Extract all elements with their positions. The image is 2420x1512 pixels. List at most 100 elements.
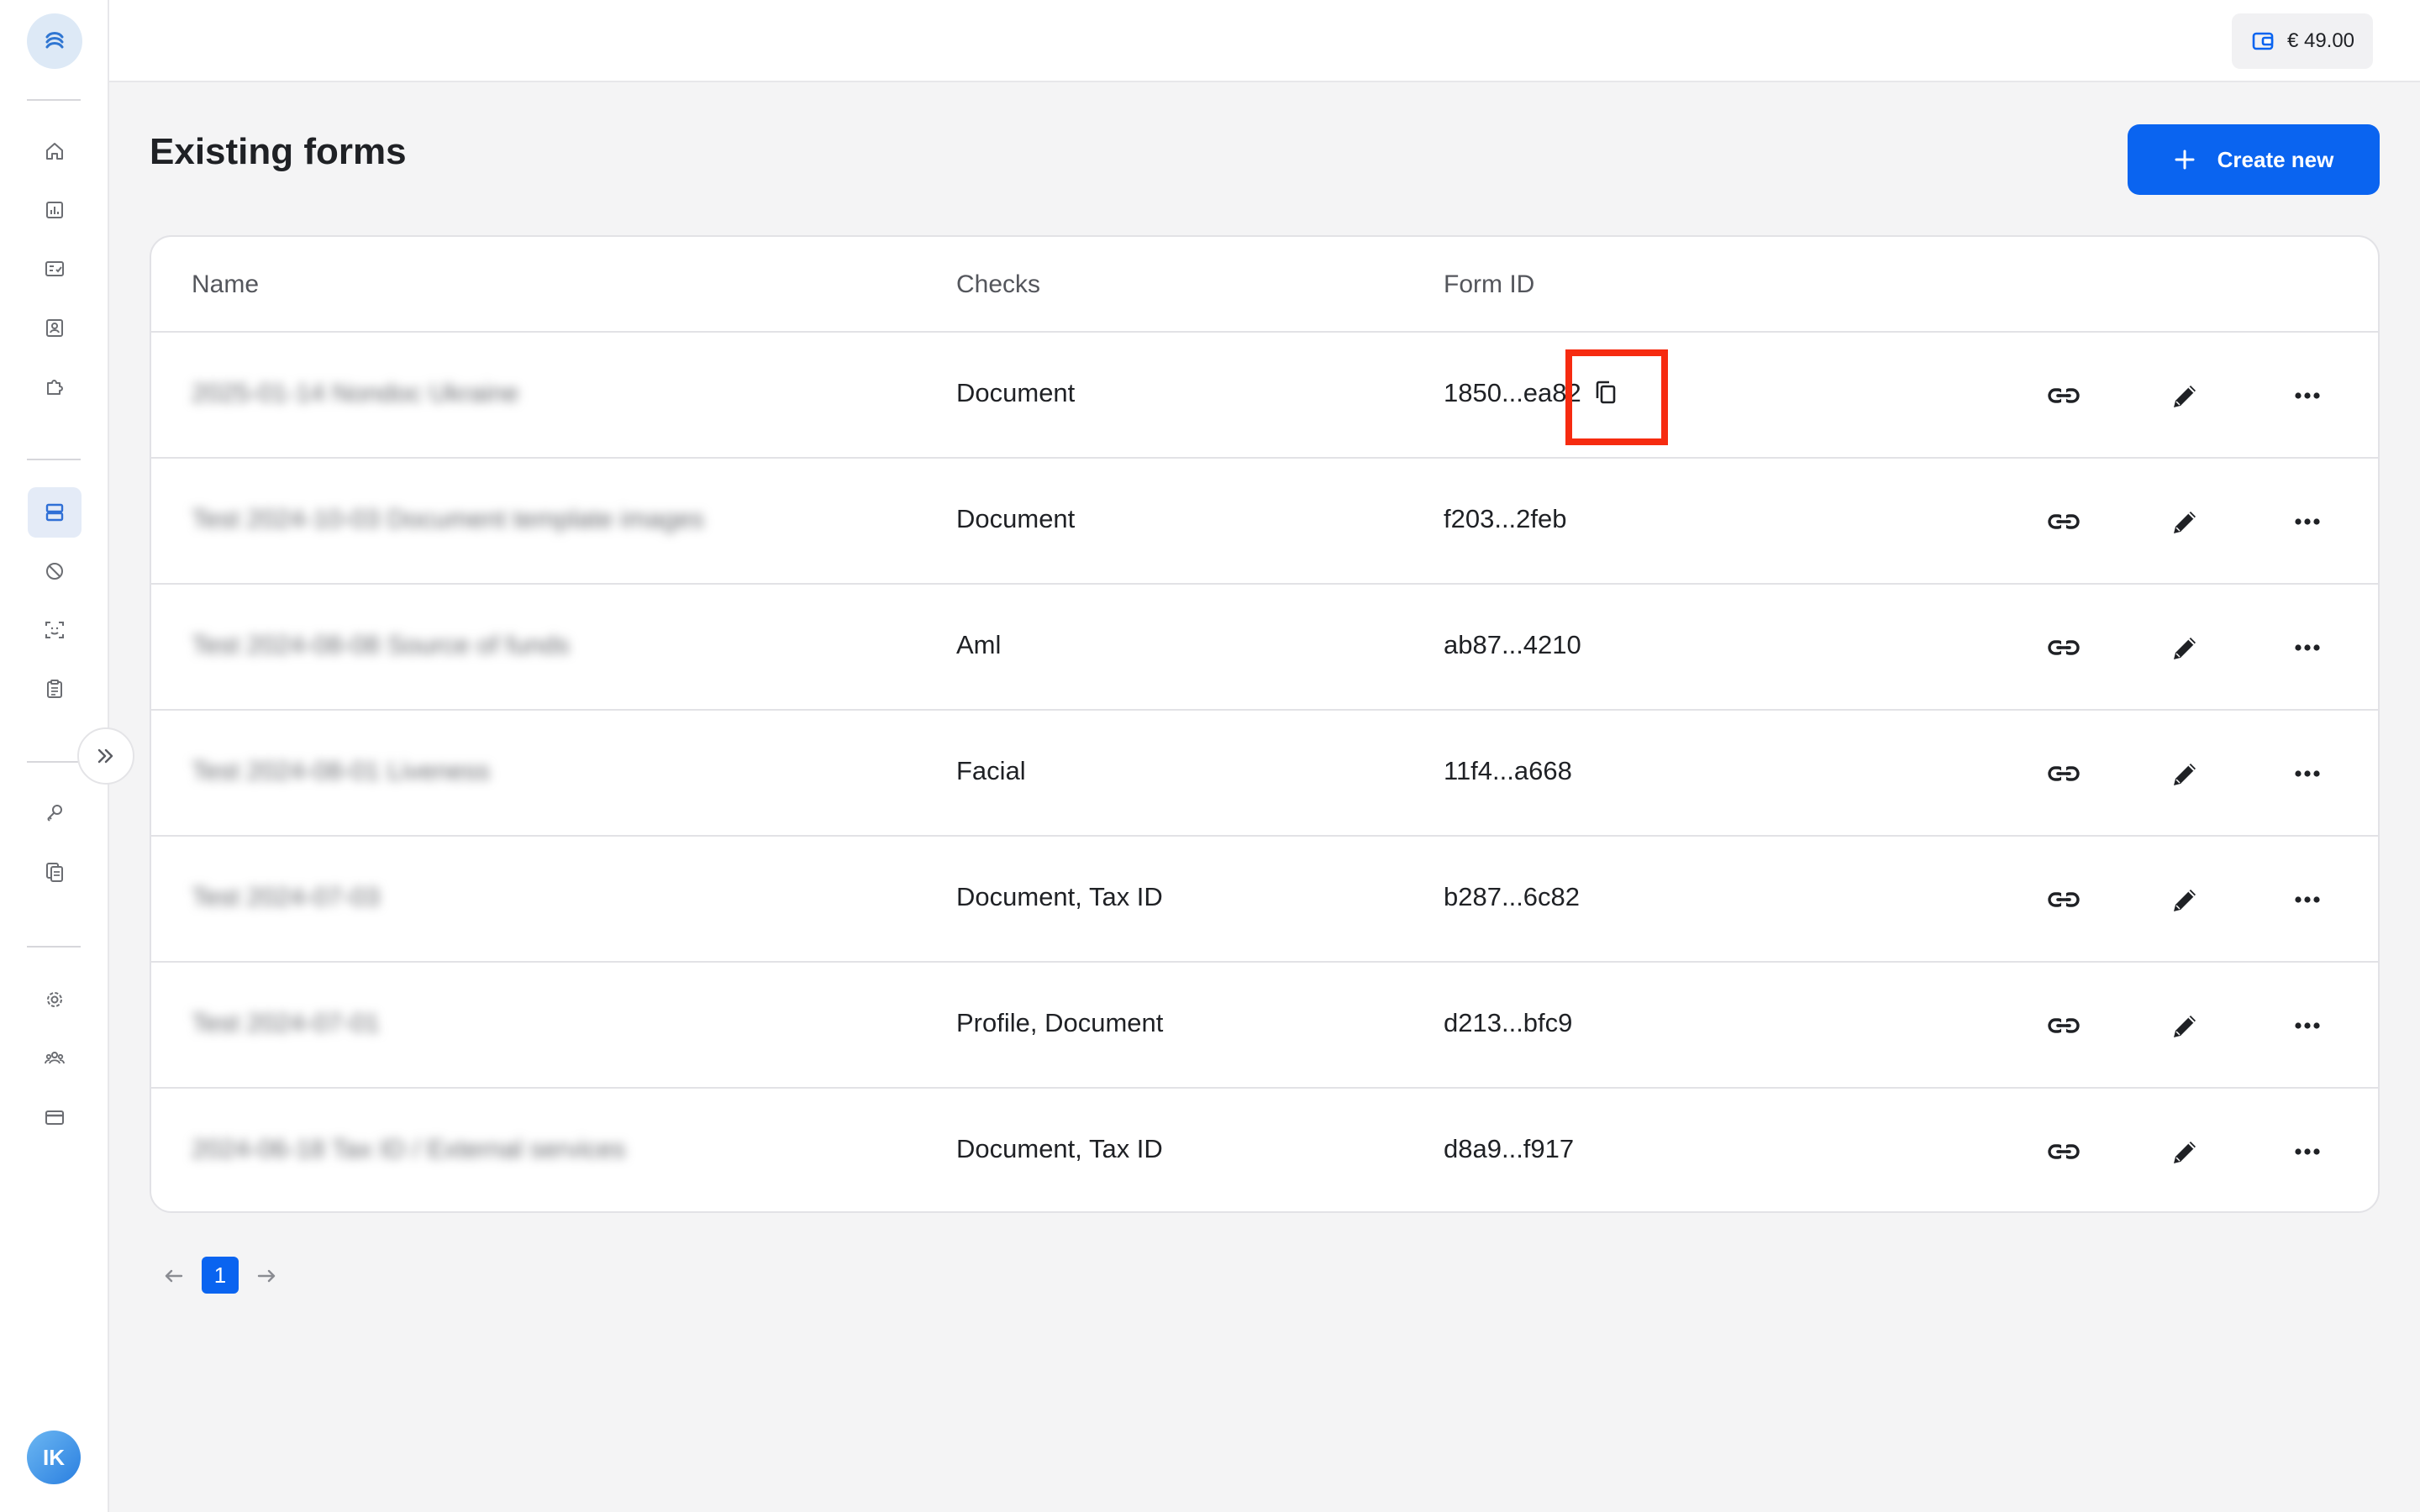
column-header-name: Name <box>192 270 260 298</box>
copy-link-button[interactable] <box>2043 879 2085 921</box>
form-checks: Aml <box>956 630 1002 659</box>
sidebar-item-blocklist[interactable] <box>28 546 82 596</box>
copy-link-button[interactable] <box>2043 627 2085 669</box>
balance-badge[interactable]: € 49.00 <box>2232 13 2373 69</box>
form-name: 2024-06-18 Tax ID / External services <box>192 1134 626 1163</box>
documents-icon <box>46 863 63 882</box>
logo[interactable] <box>27 13 82 69</box>
more-actions-button[interactable] <box>2286 627 2328 669</box>
table-header: Name Checks Form ID <box>151 237 2378 333</box>
edit-icon <box>2174 1016 2196 1037</box>
home-icon <box>46 143 63 160</box>
table-row[interactable]: Test 2024-08-01 Liveness Facial 11f4...a… <box>151 711 2378 837</box>
table-row[interactable]: Test 2024-07-01 Profile, Document d213..… <box>151 963 2378 1089</box>
sidebar-collapse-button[interactable] <box>77 727 134 785</box>
form-id: d8a9...f917 <box>1444 1134 1575 1163</box>
copy-link-button[interactable] <box>2043 375 2085 417</box>
logo-icon <box>45 32 64 49</box>
pagination-page-current[interactable]: 1 <box>202 1257 239 1294</box>
sidebar-item-team[interactable] <box>28 1033 82 1084</box>
user-avatar[interactable]: IK <box>27 1431 81 1484</box>
forms-icon <box>45 503 64 522</box>
more-icon <box>2295 1148 2320 1155</box>
arrow-right-icon <box>257 1269 276 1283</box>
edit-form-button[interactable] <box>2165 627 2207 669</box>
sidebar-divider <box>27 761 81 763</box>
more-icon <box>2295 896 2320 903</box>
contacts-icon <box>46 319 63 337</box>
sidebar-item-billing[interactable] <box>28 1092 82 1142</box>
page-title: Existing forms <box>150 131 407 172</box>
checklist-icon <box>45 261 64 276</box>
sidebar-item-integrations[interactable] <box>28 361 82 412</box>
link-icon <box>2048 891 2080 908</box>
more-icon <box>2295 644 2320 651</box>
copy-link-button[interactable] <box>2043 753 2085 795</box>
form-checks: Facial <box>956 756 1026 785</box>
column-header-form-id: Form ID <box>1444 270 1535 298</box>
more-icon <box>2295 518 2320 525</box>
sidebar-item-checks[interactable] <box>28 244 82 294</box>
pagination-next-button[interactable] <box>252 1262 281 1290</box>
edit-form-button[interactable] <box>2165 501 2207 543</box>
create-new-label: Create new <box>2217 146 2334 172</box>
pagination-prev-button[interactable] <box>160 1262 188 1290</box>
copy-link-button[interactable] <box>2043 1005 2085 1047</box>
sidebar-divider <box>27 459 81 460</box>
table-row[interactable]: Test 2024-07-03 Document, Tax ID b287...… <box>151 837 2378 963</box>
link-icon <box>2048 639 2080 656</box>
edit-form-button[interactable] <box>2165 753 2207 795</box>
more-actions-button[interactable] <box>2286 1131 2328 1173</box>
sidebar-item-reports[interactable] <box>28 664 82 714</box>
create-new-button[interactable]: Create new <box>2128 124 2380 195</box>
sidebar-item-face-scan[interactable] <box>28 605 82 655</box>
form-checks: Document, Tax ID <box>956 882 1163 911</box>
more-actions-button[interactable] <box>2286 879 2328 921</box>
sidebar-divider <box>27 99 81 101</box>
copy-form-id-highlight <box>1565 349 1668 445</box>
form-name: Test 2024-07-03 <box>192 882 381 911</box>
more-actions-button[interactable] <box>2286 375 2328 417</box>
sidebar-divider <box>27 946 81 948</box>
table-row[interactable]: 2024-06-18 Tax ID / External services Do… <box>151 1089 2378 1211</box>
more-actions-button[interactable] <box>2286 501 2328 543</box>
copy-link-button[interactable] <box>2043 501 2085 543</box>
edit-form-button[interactable] <box>2165 1005 2207 1047</box>
sidebar-item-forms[interactable] <box>28 487 82 538</box>
form-name: Test 2024-08-01 Liveness <box>192 756 491 785</box>
user-initials: IK <box>43 1444 65 1470</box>
face-scan-icon <box>45 622 64 638</box>
more-actions-button[interactable] <box>2286 753 2328 795</box>
link-icon <box>2048 1017 2080 1034</box>
sidebar-item-api-keys[interactable] <box>28 788 82 838</box>
edit-form-button[interactable] <box>2165 1131 2207 1173</box>
form-checks: Document, Tax ID <box>956 1134 1163 1163</box>
sidebar-item-documents[interactable] <box>28 847 82 897</box>
sidebar-item-profiles[interactable] <box>28 302 82 353</box>
table-row[interactable]: Test 2024-10-03 Document template images… <box>151 459 2378 585</box>
chevrons-right-icon <box>97 748 113 764</box>
form-id: d213...bfc9 <box>1444 1008 1573 1037</box>
sidebar-item-home[interactable] <box>28 126 82 176</box>
link-icon <box>2048 387 2080 404</box>
form-id: b287...6c82 <box>1444 882 1581 911</box>
edit-icon <box>2174 764 2196 785</box>
edit-form-button[interactable] <box>2165 375 2207 417</box>
table-row[interactable]: Test 2024-08-08 Source of funds Aml ab87… <box>151 585 2378 711</box>
team-icon <box>45 1052 65 1064</box>
copy-link-button[interactable] <box>2043 1131 2085 1173</box>
edit-icon <box>2174 638 2196 659</box>
edit-icon <box>2174 890 2196 911</box>
clipboard-icon <box>47 680 62 698</box>
block-icon <box>46 563 63 580</box>
more-icon <box>2295 1022 2320 1029</box>
sidebar-item-settings[interactable] <box>28 974 82 1025</box>
link-icon <box>2048 1143 2080 1160</box>
table-row[interactable]: 2025-01-14 Nondoc Ukraine Document 1850.… <box>151 333 2378 459</box>
edit-form-button[interactable] <box>2165 879 2207 921</box>
puzzle-icon <box>47 380 63 395</box>
edit-icon <box>2174 1142 2196 1163</box>
more-actions-button[interactable] <box>2286 1005 2328 1047</box>
link-icon <box>2048 513 2080 530</box>
sidebar-item-analytics[interactable] <box>28 185 82 235</box>
